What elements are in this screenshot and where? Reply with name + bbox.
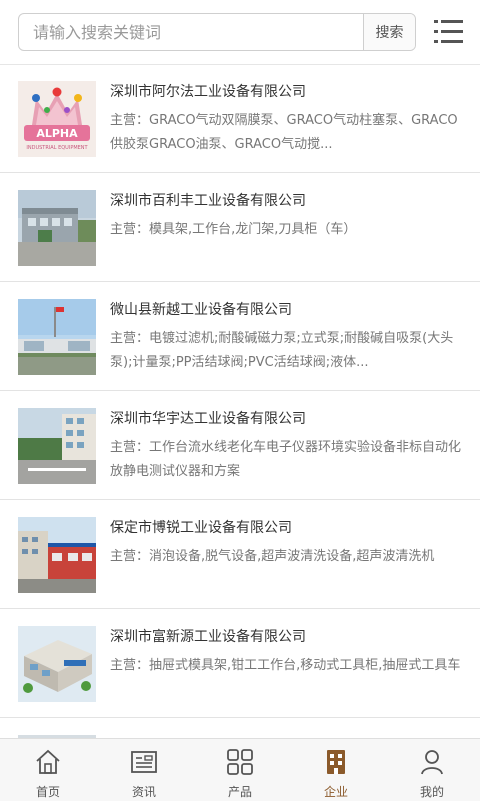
search-input[interactable] xyxy=(19,14,365,50)
company-business: 主营：消泡设备,脱气设备,超声波清洗设备,超声波清洗机 xyxy=(110,549,435,564)
company-name[interactable]: 深圳市华宇达工业设备有限公司 xyxy=(110,408,306,428)
company-name[interactable]: 保定市博锐工业设备有限公司 xyxy=(110,517,292,537)
tab-products-label: 产品 xyxy=(227,785,252,799)
header: 搜索 xyxy=(0,0,480,65)
company-business: 主营：GRACO气动双隔膜泵、GRACO气动柱塞泵、GRACO供胶泵GRACO油… xyxy=(110,113,458,152)
company-name[interactable]: 深圳市百利丰工业设备有限公司 xyxy=(110,190,306,210)
company-list: ALPHA INDUSTRIAL EQUIPMENT 深圳市阿尔法工业设备有限公… xyxy=(0,65,480,738)
user-icon xyxy=(421,750,443,775)
tab-products[interactable]: 产品 xyxy=(192,739,288,801)
tab-home[interactable]: 首页 xyxy=(0,739,96,801)
company-business: 主营：电镀过滤机;耐酸碱磁力泵;立式泵;耐酸碱自吸泵(大头泵);计量泵;PP活结… xyxy=(110,331,454,370)
home-icon xyxy=(36,749,60,774)
company-thumbnail xyxy=(18,190,96,266)
tab-mine-label: 我的 xyxy=(419,785,444,799)
tab-enterprise[interactable]: 企业 xyxy=(288,739,384,801)
svg-text:ALPHA: ALPHA xyxy=(36,127,78,140)
grid-icon xyxy=(227,749,253,775)
tab-news-label: 资讯 xyxy=(131,785,156,799)
search-button[interactable]: 搜索 xyxy=(363,14,415,50)
company-thumbnail: ALPHA INDUSTRIAL EQUIPMENT xyxy=(18,81,96,157)
company-name[interactable]: 微山县新越工业设备有限公司 xyxy=(110,299,292,319)
tab-enterprise-label: 企业 xyxy=(323,785,348,799)
company-item[interactable] xyxy=(0,719,480,738)
news-icon xyxy=(131,751,157,773)
tab-news[interactable]: 资讯 xyxy=(96,739,192,801)
building-icon xyxy=(327,750,345,774)
svg-text:INDUSTRIAL EQUIPMENT: INDUSTRIAL EQUIPMENT xyxy=(26,145,88,151)
company-item[interactable]: ALPHA INDUSTRIAL EQUIPMENT 深圳市阿尔法工业设备有限公… xyxy=(0,65,480,173)
company-business: 主营：模具架,工作台,龙门架,刀具柜（车） xyxy=(110,222,357,237)
company-item[interactable]: 深圳市华宇达工业设备有限公司 主营：工作台流水线老化车电子仪器环境实验设备非标自… xyxy=(0,392,480,500)
company-thumbnail xyxy=(18,408,96,484)
company-thumbnail xyxy=(18,626,96,702)
company-thumbnail xyxy=(18,299,96,375)
company-thumbnail xyxy=(18,517,96,593)
tab-home-label: 首页 xyxy=(35,785,60,799)
search-box: 搜索 xyxy=(18,13,416,51)
bottom-tab-bar: 首页 资讯 产品 企业 我的 xyxy=(0,738,480,801)
list-menu-button[interactable] xyxy=(432,16,466,48)
company-item[interactable]: 微山县新越工业设备有限公司 主营：电镀过滤机;耐酸碱磁力泵;立式泵;耐酸碱自吸泵… xyxy=(0,283,480,391)
company-business: 主营：工作台流水线老化车电子仪器环境实验设备非标自动化放静电测试仪器和方案 xyxy=(110,440,462,479)
company-item[interactable]: 保定市博锐工业设备有限公司 主营：消泡设备,脱气设备,超声波清洗设备,超声波清洗… xyxy=(0,501,480,609)
tab-mine[interactable]: 我的 xyxy=(384,739,480,801)
list-menu-icon xyxy=(434,20,463,43)
company-name[interactable]: 深圳市阿尔法工业设备有限公司 xyxy=(110,81,306,101)
company-item[interactable]: 深圳市富新源工业设备有限公司 主营：抽屉式模具架,钳工工作台,移动式工具柜,抽屉… xyxy=(0,610,480,718)
company-item[interactable]: 深圳市百利丰工业设备有限公司 主营：模具架,工作台,龙门架,刀具柜（车） xyxy=(0,174,480,282)
company-name[interactable]: 深圳市富新源工业设备有限公司 xyxy=(110,626,306,646)
company-business: 主营：抽屉式模具架,钳工工作台,移动式工具柜,抽屉式工具车 xyxy=(110,658,461,673)
